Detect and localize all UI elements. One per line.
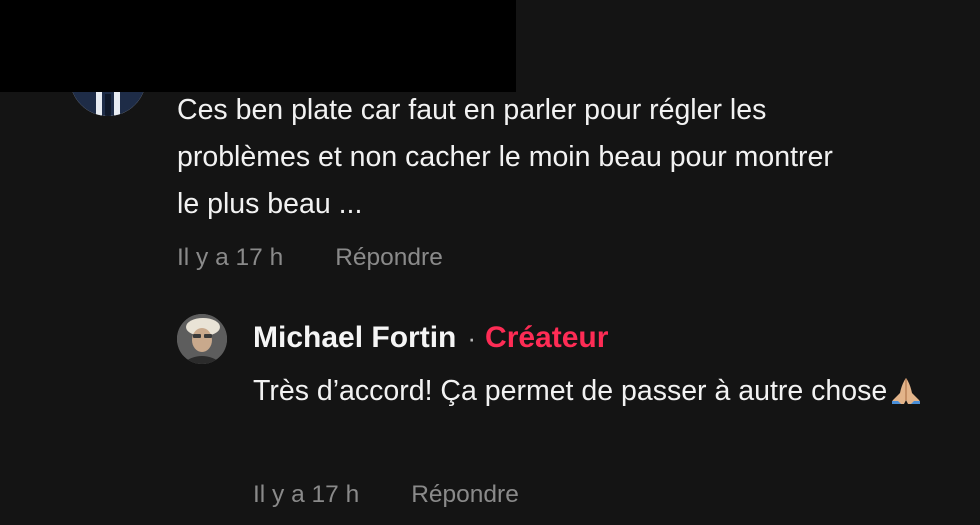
redacted-header-block	[0, 0, 516, 92]
comment-timestamp: Il y a 17 h	[177, 244, 284, 271]
reply-to-reply-button[interactable]: Répondre	[411, 481, 519, 509]
reply-meta: Il y a 17 h Répondre	[253, 481, 519, 509]
reply-text-content: Très d’accord! Ça permet de passer à aut…	[253, 375, 888, 407]
comment-meta: Il y a 17 h Répondre	[177, 244, 443, 272]
folded-hands-icon	[889, 374, 923, 421]
separator-dot: ·	[467, 323, 477, 353]
comment-text: Ces ben plate car faut en parler pour ré…	[177, 94, 833, 220]
creator-badge: Créateur	[485, 321, 609, 354]
reply-timestamp: Il y a 17 h	[253, 481, 360, 508]
reply-header: Michael Fortin · Créateur	[253, 318, 608, 358]
creator-name[interactable]: Michael Fortin	[253, 318, 456, 358]
creator-avatar[interactable]	[177, 314, 227, 364]
reply-comment-text: Très d’accord! Ça permet de passer à aut…	[253, 368, 953, 421]
reply-button[interactable]: Répondre	[335, 244, 443, 272]
